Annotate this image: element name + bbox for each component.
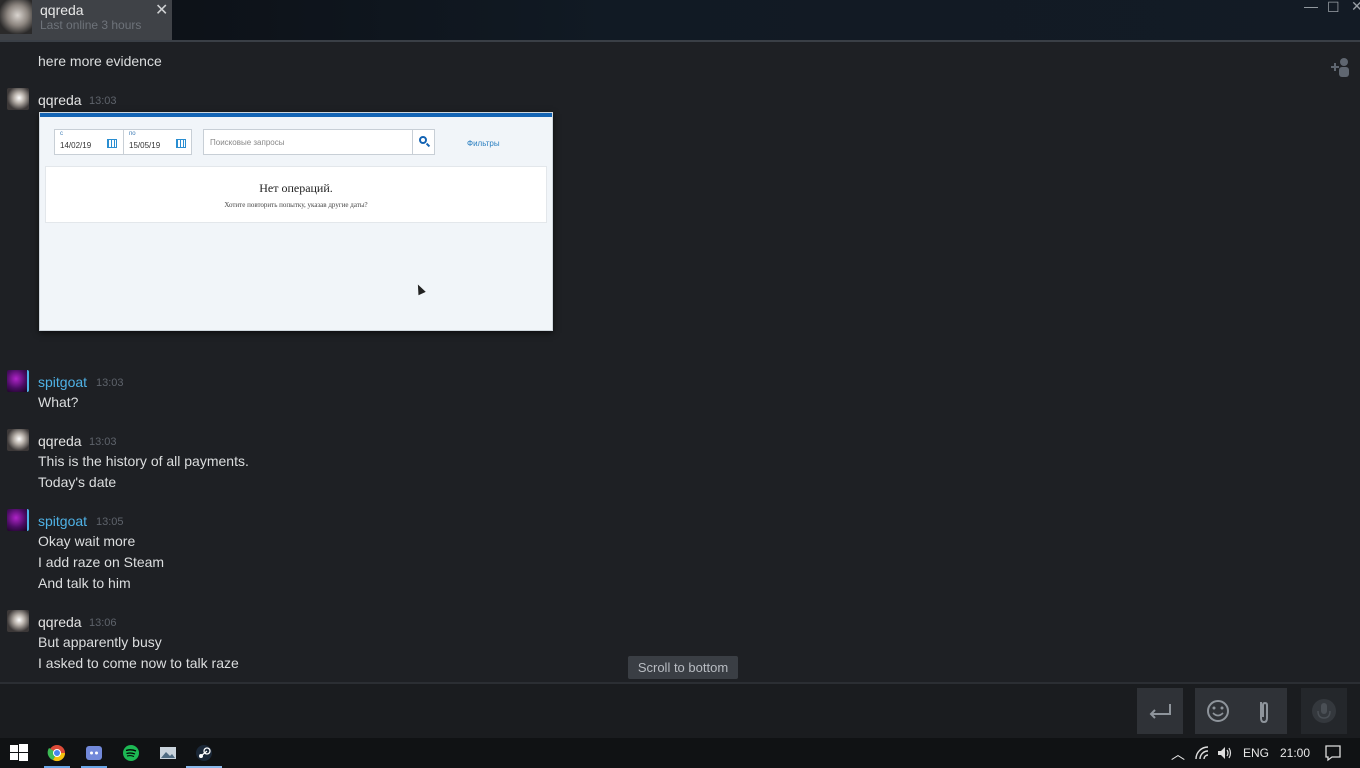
close-tab-icon[interactable]: ✕ <box>155 0 168 20</box>
message-line: here more evidence <box>38 53 162 69</box>
chat-log[interactable]: here more evidence qqreda 13:03 с 14/02/… <box>0 42 1360 682</box>
message-line: What? <box>38 394 79 410</box>
date-from-label: с <box>60 131 63 137</box>
close-window-icon[interactable]: ✕ <box>1351 0 1360 15</box>
date-to-field: по 15/05/19 <box>123 129 192 155</box>
photos-icon[interactable] <box>157 742 179 764</box>
date-from-field: с 14/02/19 <box>54 129 124 155</box>
sender-name[interactable]: spitgoat <box>38 374 87 390</box>
discord-icon[interactable] <box>83 742 105 764</box>
message-line: And talk to him <box>38 575 131 591</box>
volume-icon[interactable] <box>1215 743 1237 765</box>
embedded-screenshot[interactable]: с 14/02/19 по 15/05/19 Поисковые запросы… <box>39 112 553 331</box>
date-from-value: 14/02/19 <box>60 141 92 150</box>
date-to-label: по <box>129 131 136 137</box>
date-to-value: 15/05/19 <box>129 141 161 150</box>
windows-taskbar: ︿ ENG 21:00 <box>0 738 1360 768</box>
chat-tab-qqreda[interactable]: qqreda Last online 3 hours ago ✕ <box>0 0 172 40</box>
embedded-topbar <box>40 113 552 117</box>
message-time: 13:05 <box>96 516 124 528</box>
tab-avatar <box>0 0 32 34</box>
spotify-icon[interactable] <box>120 742 142 764</box>
avatar[interactable] <box>7 88 29 110</box>
message-time: 13:03 <box>96 377 124 389</box>
message-line: This is the history of all payments. <box>38 453 249 469</box>
embedded-filters-link: Фильтры <box>467 139 500 148</box>
emoji-icon[interactable] <box>1195 688 1241 734</box>
message-line: Okay wait more <box>38 533 136 549</box>
empty-state-title: Нет операций. <box>259 181 333 195</box>
sender-name[interactable]: qqreda <box>38 433 82 449</box>
empty-state-subtitle: Хотите повторить попытку, указав другие … <box>224 201 368 209</box>
calendar-icon <box>176 139 186 148</box>
add-friend-icon[interactable] <box>1330 56 1352 83</box>
embedded-search-field: Поисковые запросы <box>203 129 435 155</box>
avatar[interactable] <box>7 429 29 451</box>
message-line: Today's date <box>38 474 117 490</box>
message-line: I asked to come now to talk raze <box>38 655 239 671</box>
message-time: 13:06 <box>89 617 117 629</box>
attach-icon[interactable] <box>1241 688 1287 734</box>
chrome-icon[interactable] <box>46 742 68 764</box>
tab-status: Last online 3 hours ago <box>40 18 144 32</box>
notifications-icon[interactable] <box>1323 743 1345 765</box>
empty-state-card: Нет операций. Хотите повторить попытку, … <box>45 166 547 223</box>
calendar-icon <box>107 139 117 148</box>
message-input-bar <box>0 682 1360 738</box>
maximize-icon[interactable]: ☐ <box>1327 0 1340 16</box>
avatar[interactable] <box>7 509 29 531</box>
language-indicator[interactable]: ENG <box>1243 746 1269 760</box>
clock[interactable]: 21:00 <box>1280 746 1310 760</box>
voice-icon[interactable] <box>1301 688 1347 734</box>
steam-icon[interactable] <box>193 742 215 764</box>
mouse-cursor-icon <box>414 282 426 296</box>
sender-name[interactable]: qqreda <box>38 92 82 108</box>
avatar[interactable] <box>7 610 29 632</box>
message-time: 13:03 <box>89 436 117 448</box>
title-bar: qqreda Last online 3 hours ago ✕ — ☐ ✕ <box>0 0 1360 42</box>
message-line: I add raze on Steam <box>38 554 165 570</box>
windows-start-icon[interactable] <box>8 742 30 764</box>
send-icon[interactable] <box>1137 688 1183 734</box>
minimize-icon[interactable]: — <box>1304 0 1318 14</box>
scroll-to-bottom-button[interactable]: Scroll to bottom <box>628 656 738 679</box>
avatar[interactable] <box>7 370 29 392</box>
search-icon <box>412 130 434 154</box>
embedded-search-placeholder: Поисковые запросы <box>210 138 285 147</box>
message-line: But apparently busy <box>38 634 162 650</box>
message-time: 13:03 <box>89 95 117 107</box>
sender-name[interactable]: qqreda <box>38 614 82 630</box>
tray-chevron-up-icon[interactable]: ︿ <box>1171 744 1185 764</box>
network-icon[interactable] <box>1193 743 1215 765</box>
message-input[interactable] <box>0 688 1130 736</box>
sender-name[interactable]: spitgoat <box>38 513 87 529</box>
tab-name: qqreda <box>40 2 84 18</box>
